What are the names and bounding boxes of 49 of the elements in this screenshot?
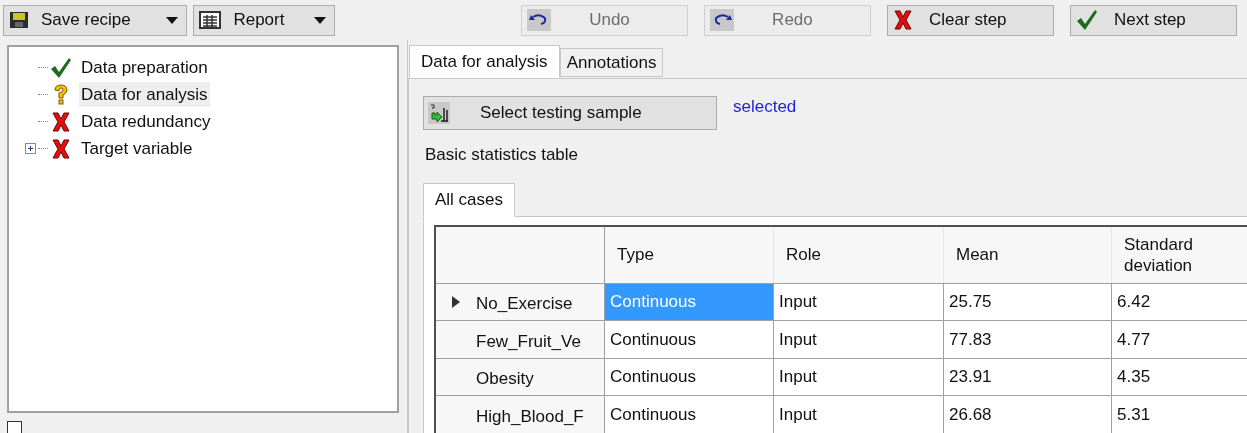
tree-item[interactable]: Data preparation xyxy=(79,54,210,81)
table-icon xyxy=(199,11,222,29)
selection-status-link[interactable]: selected xyxy=(733,94,797,120)
row-header[interactable]: Few_Fruit_Ve xyxy=(476,328,581,354)
table-cell[interactable]: 77.83 xyxy=(944,321,1112,359)
table-cell[interactable]: Input xyxy=(774,321,944,359)
sample-select-icon xyxy=(428,102,450,124)
row-header[interactable]: High_Blood_F xyxy=(476,403,584,429)
check-mark-icon xyxy=(1076,9,1098,31)
table-cell[interactable]: 4.35 xyxy=(1112,358,1247,396)
table-cell[interactable]: 23.91 xyxy=(944,358,1112,396)
table-cell[interactable]: Input xyxy=(774,283,944,321)
select-sample-button[interactable]: Select testing sample xyxy=(423,96,717,130)
cross-icon xyxy=(893,9,914,31)
row-header[interactable]: No_Exercise xyxy=(476,291,573,317)
table-cell[interactable]: 26.68 xyxy=(944,396,1112,433)
table-cell[interactable]: Input xyxy=(774,396,944,433)
column-header[interactable]: Standard deviation xyxy=(1124,233,1247,276)
section-title: Basic statistics table xyxy=(425,144,579,166)
table-cell[interactable]: Continuous xyxy=(605,396,774,433)
tab[interactable]: Annotations xyxy=(559,48,664,77)
table-cell[interactable]: Continuous xyxy=(605,358,774,396)
caret-icon xyxy=(314,16,327,24)
tree-item[interactable]: Data for analysis xyxy=(79,81,210,108)
table-cell[interactable]: 4.77 xyxy=(1112,321,1247,359)
tab[interactable]: Data for analysis xyxy=(409,45,560,78)
table-cell[interactable]: 25.75 xyxy=(944,283,1112,321)
question-mark-icon xyxy=(52,83,70,106)
expand-icon[interactable] xyxy=(24,143,36,154)
checkbox[interactable] xyxy=(7,421,22,433)
report-button[interactable]: Report xyxy=(193,4,336,36)
tree-item[interactable]: Target variable xyxy=(79,135,195,162)
next-button[interactable]: Next step xyxy=(1070,4,1237,36)
tab[interactable]: All cases xyxy=(423,182,516,217)
row-header[interactable]: Obesity xyxy=(476,366,534,392)
save-button[interactable]: Save recipe xyxy=(3,4,188,36)
cross-icon xyxy=(51,110,71,133)
table-cell[interactable]: 5.31 xyxy=(1112,396,1247,433)
check-mark-icon xyxy=(50,56,72,79)
column-header[interactable]: Mean xyxy=(956,244,999,265)
table-cell[interactable]: 6.42 xyxy=(1112,283,1247,321)
table-cell[interactable]: Input xyxy=(774,358,944,396)
column-header[interactable]: Role xyxy=(786,244,821,265)
tree-item[interactable]: Data redundancy xyxy=(79,108,213,135)
table-cell[interactable]: Continuous xyxy=(605,321,774,359)
column-header[interactable]: Type xyxy=(617,244,654,265)
cross-icon xyxy=(51,137,71,160)
clear-button[interactable]: Clear step xyxy=(887,4,1054,36)
caret-icon xyxy=(166,16,179,24)
